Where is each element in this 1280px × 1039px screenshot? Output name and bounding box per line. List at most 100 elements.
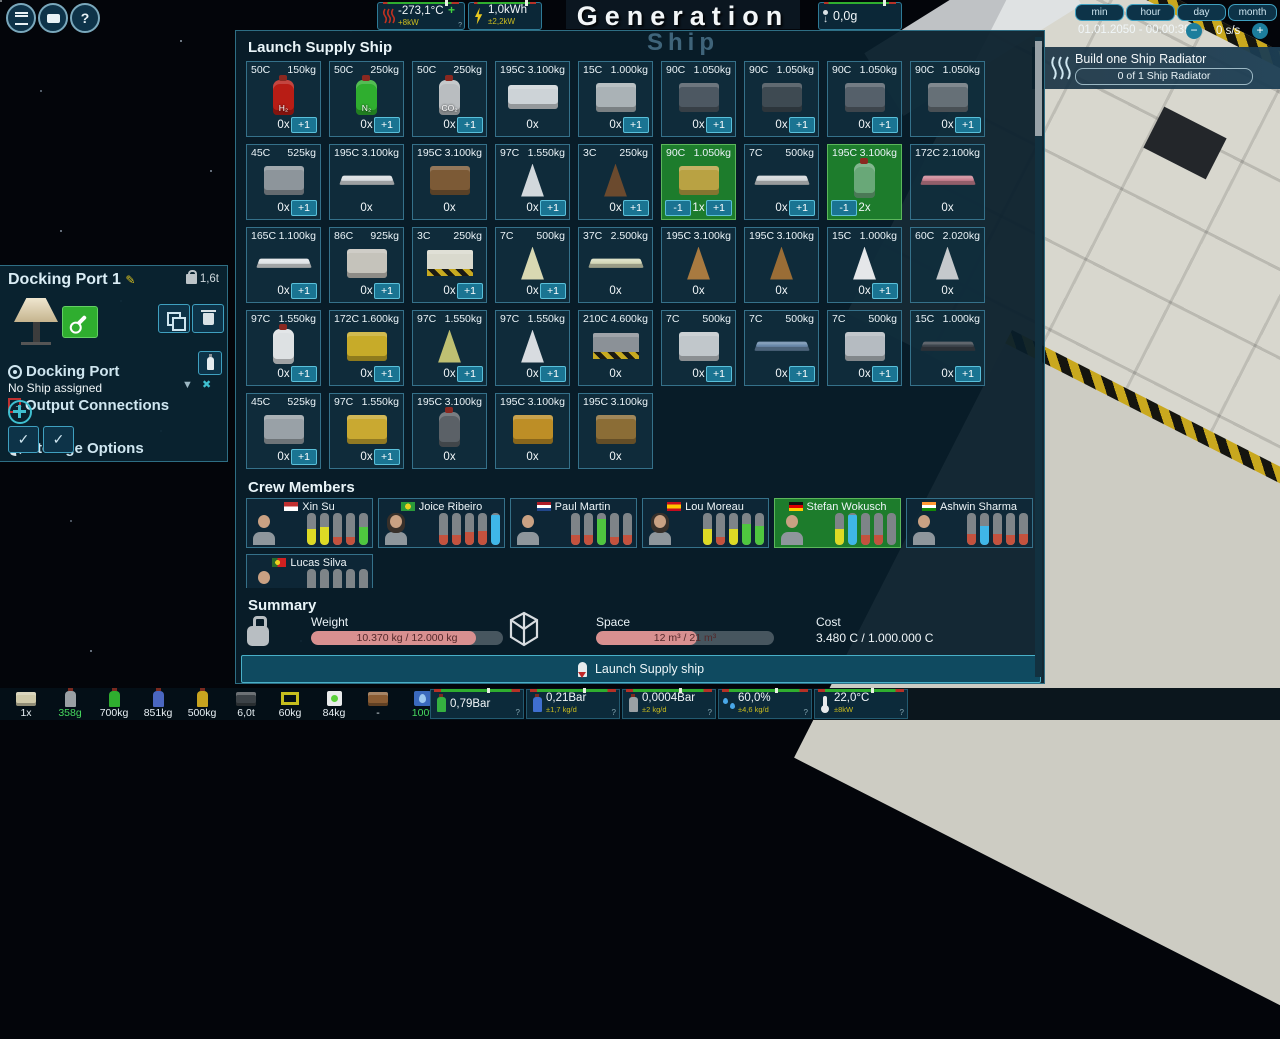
- increase-button[interactable]: +1: [540, 283, 566, 299]
- supply-item[interactable]: 97C 1.550kg -1 0x +1: [412, 310, 487, 386]
- supply-item[interactable]: 210C 4.600kg -1 0x +1: [578, 310, 653, 386]
- temperature-gauge[interactable]: -273,1°C + +8kW ?: [377, 2, 465, 30]
- supply-item[interactable]: 195C 3.100kg -1 0x +1: [578, 393, 653, 469]
- supply-item[interactable]: 90C 1.050kg -1 0x +1: [910, 61, 985, 137]
- increase-button[interactable]: +1: [457, 366, 483, 382]
- repair-button[interactable]: [62, 306, 98, 338]
- supply-item[interactable]: 90C 1.050kg -1 0x +1: [744, 61, 819, 137]
- supply-item[interactable]: 50C 250kg CO₂ -1 0x +1: [412, 61, 487, 137]
- increase-button[interactable]: +1: [374, 449, 400, 465]
- resource-indicator[interactable]: 500kg: [180, 688, 224, 720]
- speed-increase-button[interactable]: +: [1252, 23, 1268, 39]
- supply-item[interactable]: 3C 250kg -1 0x +1: [578, 144, 653, 220]
- environment-gauge[interactable]: 0,0004Bar ±2 kg/d ?: [622, 689, 716, 719]
- increase-button[interactable]: +1: [789, 366, 815, 382]
- supply-item[interactable]: 60C 2.020kg -1 0x +1: [910, 227, 985, 303]
- supply-item[interactable]: 15C 1.000kg -1 0x +1: [827, 227, 902, 303]
- environment-gauge[interactable]: 22,0°C ±8kW ?: [814, 689, 908, 719]
- supply-item[interactable]: 195C 3.100kg -1 0x +1: [412, 393, 487, 469]
- crew-card[interactable]: Stefan Wokusch: [774, 498, 901, 548]
- help-button[interactable]: ?: [70, 3, 100, 33]
- time-button-min[interactable]: min: [1075, 4, 1124, 21]
- increase-button[interactable]: +1: [789, 200, 815, 216]
- increase-button[interactable]: +1: [291, 117, 317, 133]
- supply-item[interactable]: 7C 500kg -1 0x +1: [744, 144, 819, 220]
- clear-connections-icon[interactable]: ✖: [202, 378, 211, 391]
- increase-button[interactable]: +1: [623, 117, 649, 133]
- copy-button[interactable]: [158, 304, 190, 333]
- panel-scrollbar[interactable]: [1035, 37, 1042, 677]
- supply-item[interactable]: 50C 250kg N₂ -1 0x +1: [329, 61, 404, 137]
- supply-item[interactable]: 90C 1.050kg -1 0x +1: [827, 61, 902, 137]
- increase-button[interactable]: +1: [623, 200, 649, 216]
- increase-button[interactable]: +1: [291, 283, 317, 299]
- increase-button[interactable]: +1: [872, 366, 898, 382]
- supply-item[interactable]: 90C 1.050kg -1 1x +1: [661, 144, 736, 220]
- menu-button[interactable]: [6, 3, 36, 33]
- increase-button[interactable]: +1: [706, 200, 732, 216]
- resource-indicator[interactable]: 1x: [4, 688, 48, 720]
- supply-item[interactable]: 97C 1.550kg -1 0x +1: [495, 310, 570, 386]
- crew-card[interactable]: Lucas Silva: [246, 554, 373, 588]
- crew-card[interactable]: Lou Moreau: [642, 498, 769, 548]
- gravity-gauge[interactable]: ↓ 0,0g: [818, 2, 902, 30]
- speed-decrease-button[interactable]: −: [1186, 23, 1202, 39]
- supply-item[interactable]: 90C 1.050kg -1 0x +1: [661, 61, 736, 137]
- resource-indicator[interactable]: 60kg: [268, 688, 312, 720]
- supply-item[interactable]: 86C 925kg -1 0x +1: [329, 227, 404, 303]
- increase-button[interactable]: +1: [540, 366, 566, 382]
- supply-item[interactable]: 195C 3.100kg -1 0x +1: [495, 61, 570, 137]
- increase-button[interactable]: +1: [374, 283, 400, 299]
- increase-button[interactable]: +1: [872, 117, 898, 133]
- supply-item[interactable]: 195C 3.100kg -1 0x +1: [495, 393, 570, 469]
- increase-button[interactable]: +1: [872, 283, 898, 299]
- crew-card[interactable]: Paul Martin: [510, 498, 637, 548]
- environment-gauge[interactable]: 0,79Bar ?: [430, 689, 524, 719]
- supply-item[interactable]: 37C 2.500kg -1 0x +1: [578, 227, 653, 303]
- supply-item[interactable]: 7C 500kg -1 0x +1: [495, 227, 570, 303]
- rename-icon[interactable]: ✎: [125, 273, 135, 287]
- scrollbar-thumb[interactable]: [1035, 41, 1042, 136]
- resource-indicator[interactable]: 84kg: [312, 688, 356, 720]
- supply-item[interactable]: 165C 1.100kg -1 0x +1: [246, 227, 321, 303]
- time-button-hour[interactable]: hour: [1126, 4, 1175, 21]
- supply-item[interactable]: 195C 3.100kg -1 0x +1: [744, 227, 819, 303]
- supply-item[interactable]: 97C 1.550kg -1 0x +1: [246, 310, 321, 386]
- increase-button[interactable]: +1: [540, 200, 566, 216]
- supply-item[interactable]: 195C 3.100kg -1 0x +1: [661, 227, 736, 303]
- supply-item[interactable]: 7C 500kg -1 0x +1: [661, 310, 736, 386]
- supply-item[interactable]: 172C 2.100kg -1 0x +1: [910, 144, 985, 220]
- task-panel[interactable]: ? Build one Ship Radiator 0 of 1 Ship Ra…: [1032, 47, 1280, 89]
- increase-button[interactable]: +1: [955, 117, 981, 133]
- increase-button[interactable]: +1: [955, 366, 981, 382]
- supply-item[interactable]: 97C 1.550kg -1 0x +1: [329, 393, 404, 469]
- supply-item[interactable]: 50C 150kg H₂ -1 0x +1: [246, 61, 321, 137]
- increase-button[interactable]: +1: [374, 117, 400, 133]
- environment-gauge[interactable]: 60,0% ±4,6 kg/d ?: [718, 689, 812, 719]
- messages-button[interactable]: [38, 3, 68, 33]
- supply-item[interactable]: 45C 525kg -1 0x +1: [246, 144, 321, 220]
- time-button-day[interactable]: day: [1177, 4, 1226, 21]
- supply-item[interactable]: 172C 1.600kg -1 0x +1: [329, 310, 404, 386]
- increase-button[interactable]: +1: [457, 117, 483, 133]
- increase-button[interactable]: +1: [789, 117, 815, 133]
- crew-card[interactable]: Joice Ribeiro: [378, 498, 505, 548]
- resource-indicator[interactable]: 851kg: [136, 688, 180, 720]
- crew-card[interactable]: Xin Su: [246, 498, 373, 548]
- supply-item[interactable]: 7C 500kg -1 0x +1: [744, 310, 819, 386]
- resource-indicator[interactable]: 6,0t: [224, 688, 268, 720]
- supply-item[interactable]: 15C 1.000kg -1 0x +1: [578, 61, 653, 137]
- increase-button[interactable]: +1: [291, 366, 317, 382]
- supply-item[interactable]: 195C 3.100kg -1 0x +1: [329, 144, 404, 220]
- supply-item[interactable]: 15C 1.000kg -1 0x +1: [910, 310, 985, 386]
- increase-button[interactable]: +1: [706, 366, 732, 382]
- increase-button[interactable]: +1: [291, 449, 317, 465]
- increase-button[interactable]: +1: [291, 200, 317, 216]
- supply-item[interactable]: 7C 500kg -1 0x +1: [827, 310, 902, 386]
- resource-indicator[interactable]: -: [356, 688, 400, 720]
- increase-button[interactable]: +1: [457, 283, 483, 299]
- time-button-month[interactable]: month: [1228, 4, 1277, 21]
- delete-button[interactable]: [192, 304, 224, 333]
- increase-button[interactable]: +1: [374, 366, 400, 382]
- crew-card[interactable]: Ashwin Sharma: [906, 498, 1033, 548]
